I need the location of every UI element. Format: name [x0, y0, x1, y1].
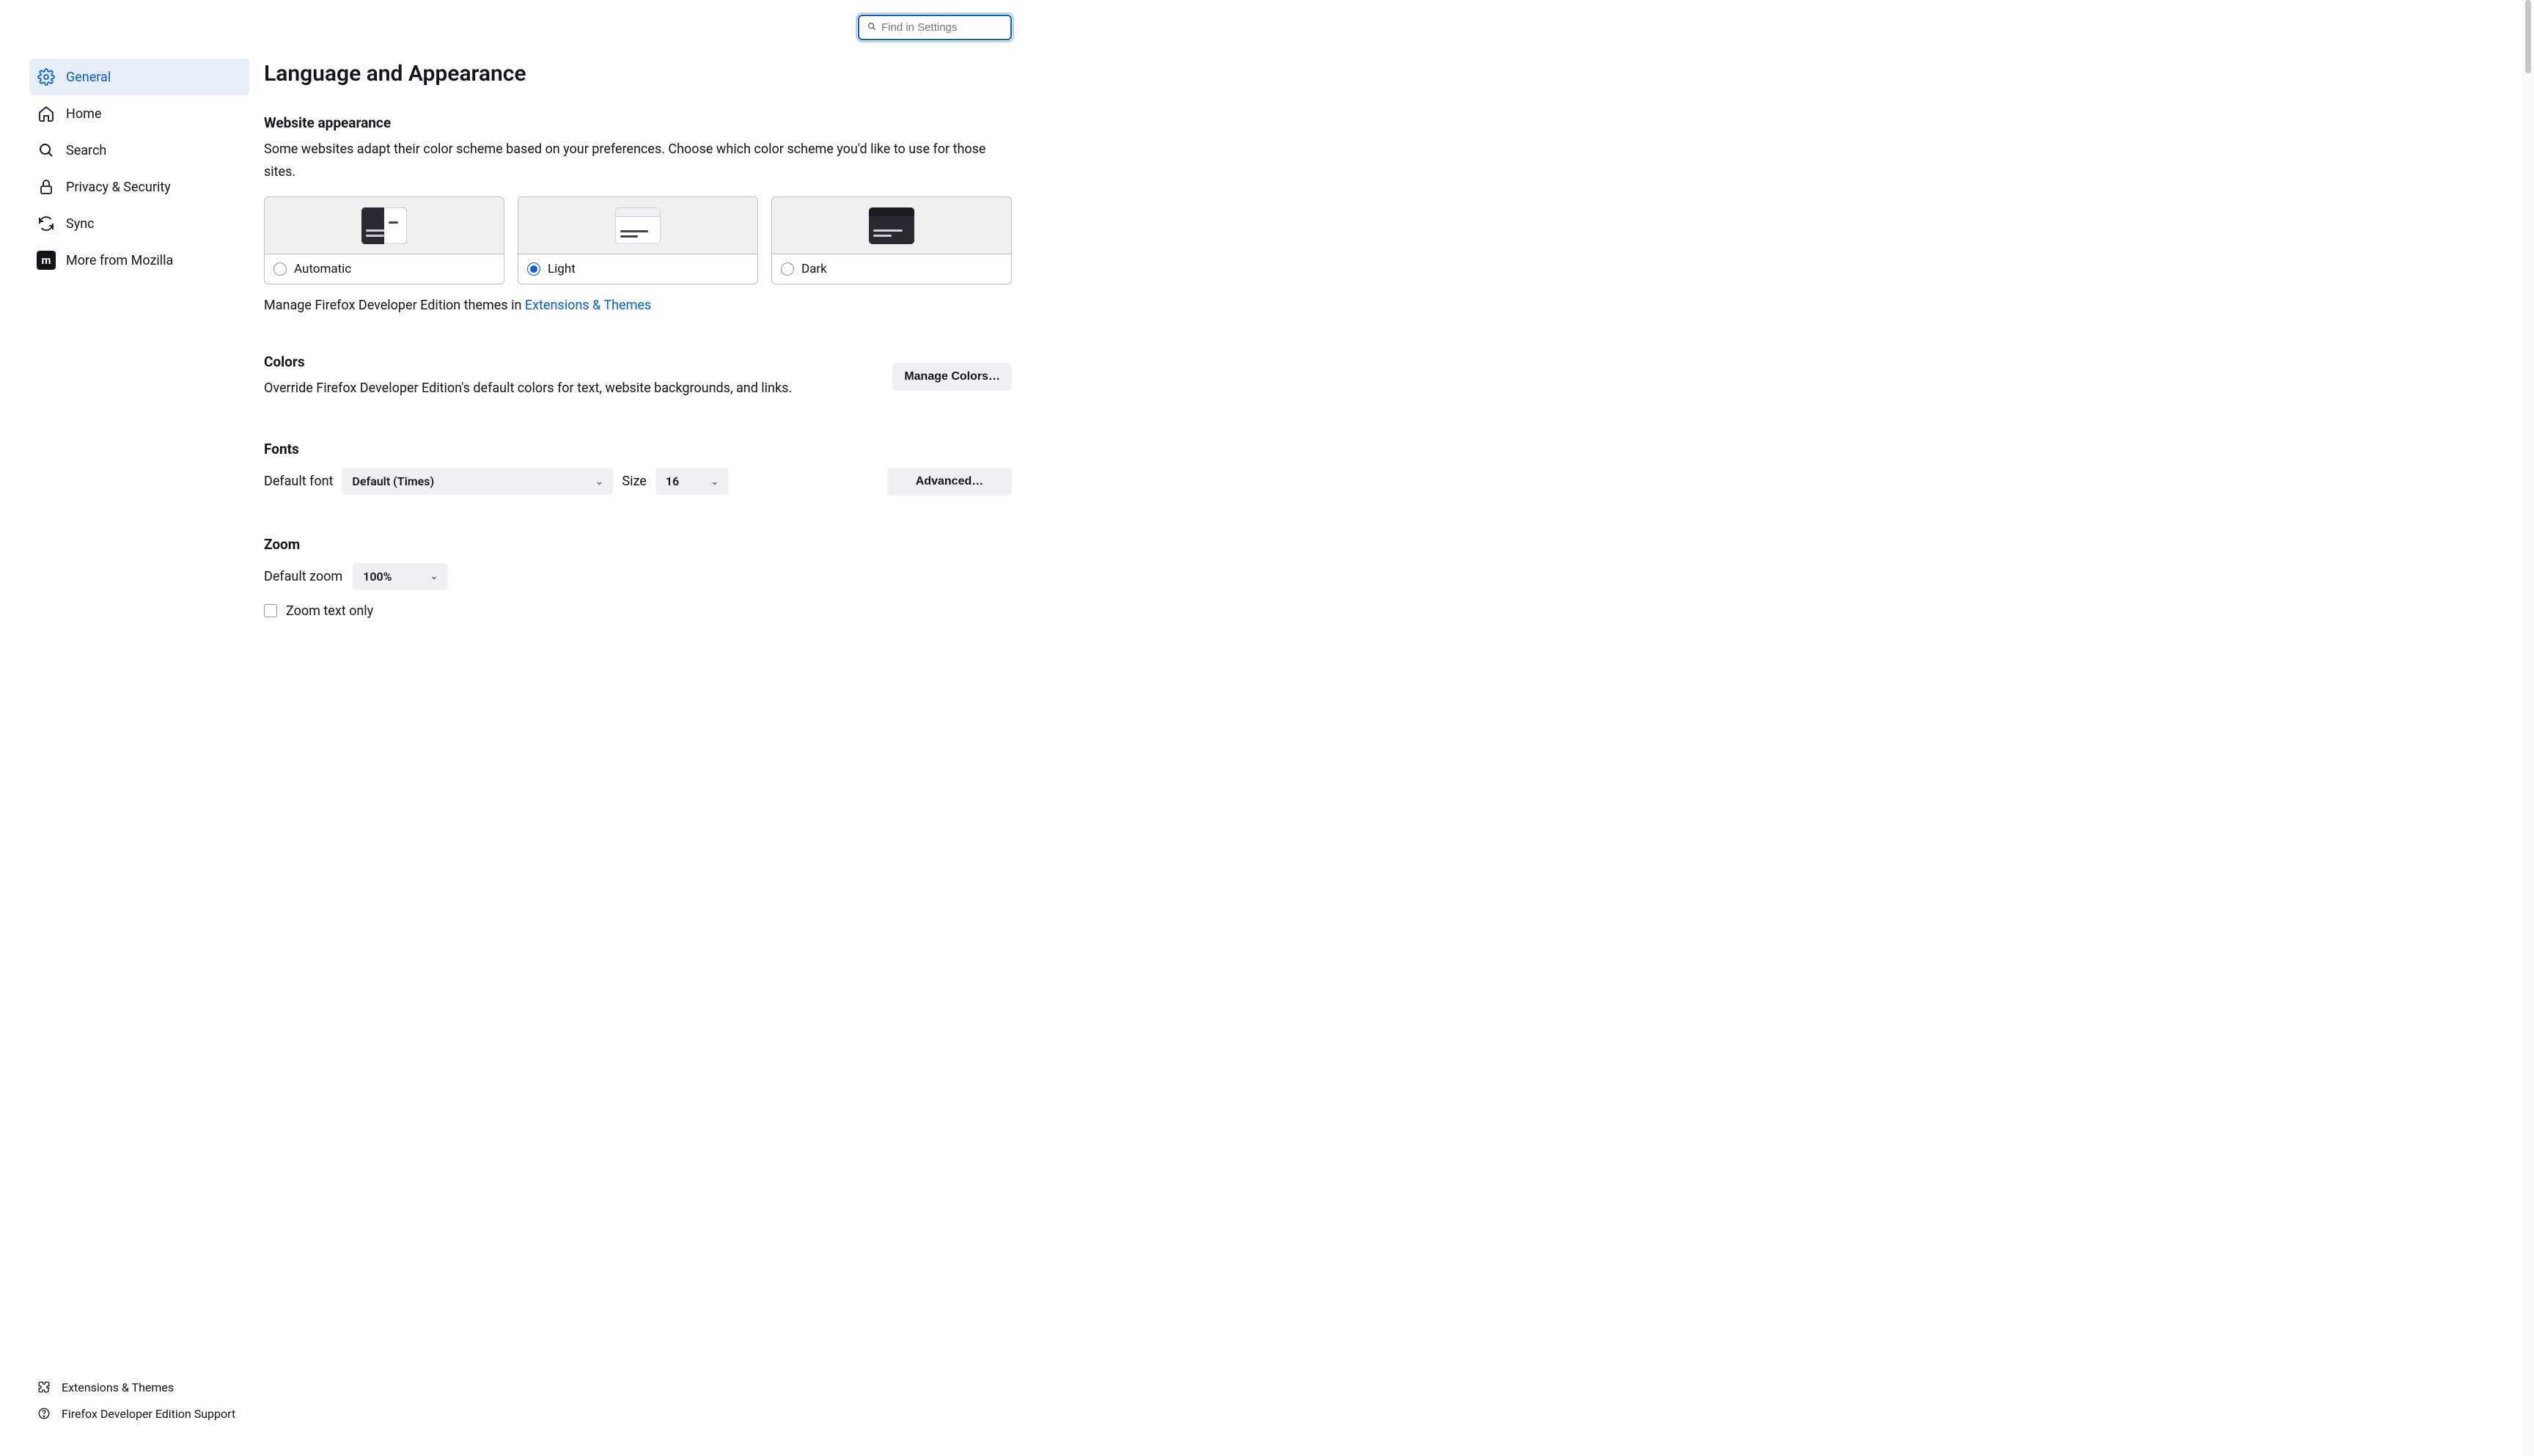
theme-option-dark[interactable]: Dark: [771, 196, 1012, 284]
sidebar-item-sync[interactable]: Sync: [29, 205, 249, 242]
home-icon: [37, 104, 56, 123]
theme-preview-light: [518, 197, 757, 254]
zoom-text-only-label: Zoom text only: [286, 603, 373, 619]
sidebar-item-label: Search: [66, 143, 106, 158]
scrollbar[interactable]: [2522, 0, 2534, 1456]
sidebar-item-search[interactable]: Search: [29, 132, 249, 169]
theme-option-automatic[interactable]: Automatic: [264, 196, 504, 284]
sidebar-item-label: General: [66, 70, 111, 85]
manage-colors-button[interactable]: Manage Colors…: [892, 363, 1012, 391]
search-input[interactable]: [881, 21, 1027, 34]
sync-icon: [37, 214, 56, 233]
zoom-heading: Zoom: [264, 536, 1012, 553]
checkbox-icon: [264, 604, 277, 617]
sidebar-item-home[interactable]: Home: [29, 95, 249, 132]
zoom-text-only-checkbox[interactable]: Zoom text only: [264, 603, 1012, 619]
fonts-advanced-button[interactable]: Advanced…: [887, 468, 1012, 496]
appearance-desc: Some websites adapt their color scheme b…: [264, 139, 1012, 183]
theme-label: Light: [548, 262, 576, 276]
scrollbar-thumb[interactable]: [2525, 0, 2531, 73]
colors-desc: Override Firefox Developer Edition's def…: [264, 378, 878, 400]
gear-icon: [37, 67, 56, 87]
default-zoom-select[interactable]: 100% ⌄: [353, 563, 448, 590]
appearance-heading: Website appearance: [264, 114, 1012, 131]
lock-icon: [37, 177, 56, 196]
help-icon: [37, 1406, 51, 1421]
sidebar-item-label: Sync: [66, 216, 95, 232]
theme-label: Dark: [801, 262, 827, 276]
extensions-themes-link[interactable]: Extensions & Themes: [525, 298, 651, 313]
page-title: Language and Appearance: [264, 61, 1012, 87]
chevron-down-icon: ⌄: [595, 477, 603, 487]
fonts-heading: Fonts: [264, 441, 1012, 457]
search-icon: [867, 21, 877, 34]
theme-label: Automatic: [294, 262, 351, 276]
themes-link-text: Manage Firefox Developer Edition themes …: [264, 298, 1012, 313]
colors-heading: Colors: [264, 353, 878, 370]
chevron-down-icon: ⌄: [711, 477, 719, 487]
sidebar-item-label: More from Mozilla: [66, 253, 173, 268]
theme-preview-dark: [772, 197, 1011, 254]
puzzle-icon: [37, 1380, 51, 1394]
mozilla-icon: m: [37, 251, 56, 270]
sidebar-item-label: Home: [66, 106, 101, 122]
default-font-select[interactable]: Default (Times) ⌄: [342, 468, 613, 495]
sidebar-item-privacy[interactable]: Privacy & Security: [29, 169, 249, 205]
footer-item-label: Firefox Developer Edition Support: [62, 1407, 235, 1421]
radio-icon: [527, 262, 540, 276]
footer-extensions-themes[interactable]: Extensions & Themes: [29, 1374, 249, 1400]
sidebar-item-more-mozilla[interactable]: m More from Mozilla: [29, 242, 249, 279]
search-icon: [37, 141, 56, 160]
default-font-label: Default font: [264, 474, 333, 489]
chevron-down-icon: ⌄: [430, 571, 438, 581]
theme-option-light[interactable]: Light: [518, 196, 758, 284]
sidebar: General Home Search Privacy & Security S…: [0, 0, 249, 1456]
default-zoom-label: Default zoom: [264, 569, 342, 584]
footer-support[interactable]: Firefox Developer Edition Support: [29, 1400, 249, 1427]
font-size-select[interactable]: 16 ⌄: [655, 468, 729, 495]
footer-item-label: Extensions & Themes: [62, 1380, 174, 1394]
theme-preview-automatic: [265, 197, 504, 254]
size-label: Size: [622, 474, 646, 489]
radio-icon: [781, 262, 794, 276]
settings-search[interactable]: [858, 15, 1012, 40]
main-content: Language and Appearance Website appearan…: [249, 0, 1056, 1456]
radio-icon: [273, 262, 287, 276]
sidebar-item-label: Privacy & Security: [66, 180, 171, 195]
sidebar-item-general[interactable]: General: [29, 59, 249, 95]
